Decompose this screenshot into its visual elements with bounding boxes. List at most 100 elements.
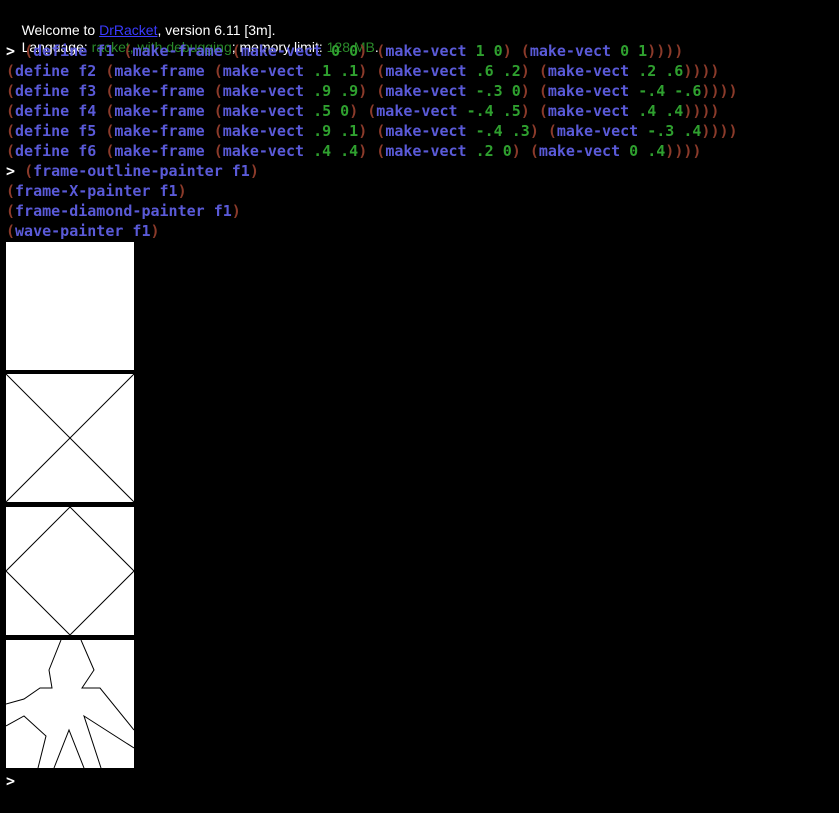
make-vect-call: make-vect (222, 142, 314, 160)
paren: ( (538, 62, 548, 80)
paren: ( (6, 182, 16, 200)
paren: ))) (692, 102, 720, 120)
vector-value: -.4 .3 (475, 122, 530, 140)
vector-value: 1 0 (475, 42, 503, 60)
paren: ))) (710, 122, 738, 140)
paren: ))) (710, 82, 738, 100)
repl-interactions-pane[interactable]: Welcome to DrRacket, version 6.11 [3m]. … (0, 0, 839, 813)
make-frame-call: make-frame (114, 82, 214, 100)
make-frame-call: make-frame (114, 142, 214, 160)
vector-value: .2 .6 (638, 62, 684, 80)
define-keyword: define f1 (33, 42, 124, 60)
make-vect-call: make-vect (556, 122, 648, 140)
painter-call-line: > (frame-outline-painter f1) (6, 161, 259, 181)
make-vect-call: make-vect (385, 42, 476, 60)
paren: ( (367, 102, 377, 120)
paren: ( (538, 102, 548, 120)
paren: ( (538, 82, 548, 100)
make-vect-call: make-vect (547, 102, 639, 120)
paren: ( (547, 122, 557, 140)
diamond-frame-image (6, 507, 134, 635)
vector-value: .9 .9 (313, 82, 359, 100)
paren: ) (358, 82, 368, 100)
definition-line: (define f4 (make-frame (make-vect .5 0) … (6, 101, 719, 121)
definition-line: (define f6 (make-frame (make-vect .4 .4)… (6, 141, 701, 161)
painter-function: frame-X-painter f1 (15, 182, 178, 200)
x-painter-output (6, 374, 134, 502)
vector-value: .2 0 (475, 142, 512, 160)
vector-value: .1 .1 (313, 62, 359, 80)
paren: ) (520, 62, 530, 80)
prompt-marker: > (6, 42, 25, 60)
vector-value: -.3 0 (475, 82, 521, 100)
paren: ) (349, 102, 359, 120)
definition-line: (define f5 (make-frame (make-vect .9 .1)… (6, 121, 738, 141)
vector-value: .9 .1 (313, 122, 359, 140)
paren: ( (213, 102, 223, 120)
make-vect-call: make-vect (240, 42, 332, 60)
paren: ) (231, 202, 241, 220)
paren: ( (231, 42, 241, 60)
make-vect-call: make-vect (385, 142, 476, 160)
make-frame-call: make-frame (114, 122, 214, 140)
paren: ) (529, 122, 539, 140)
make-vect-call: make-vect (547, 62, 639, 80)
paren: ( (6, 122, 16, 140)
make-frame-call: make-frame (132, 42, 232, 60)
outline-painter-output (6, 242, 134, 370)
vector-value: 0 0 (331, 42, 359, 60)
painter-function: frame-outline-painter f1 (33, 162, 250, 180)
vector-value: .4 .4 (313, 142, 359, 160)
make-frame-call: make-frame (114, 102, 214, 120)
paren: ) (358, 62, 368, 80)
vector-value: 0 .4 (629, 142, 666, 160)
vector-value: 0 1 (620, 42, 648, 60)
vector-value: .6 .2 (475, 62, 521, 80)
make-vect-call: make-vect (376, 102, 467, 120)
paren: ( (376, 82, 386, 100)
paren: ( (6, 142, 16, 160)
paren: ( (24, 162, 34, 180)
paren: ( (6, 62, 16, 80)
vector-value: -.3 .4 (647, 122, 702, 140)
repl-input-field[interactable] (20, 770, 834, 794)
paren: ( (520, 42, 530, 60)
define-keyword: define f5 (15, 122, 106, 140)
paren: ( (6, 202, 16, 220)
make-vect-call: make-vect (222, 82, 314, 100)
x-frame-image (6, 374, 134, 502)
definition-line: > (define f1 (make-frame (make-vect 0 0)… (6, 41, 683, 61)
define-keyword: define f6 (15, 142, 106, 160)
vector-value: -.4 -.6 (638, 82, 702, 100)
paren: ) (150, 222, 160, 240)
paren: ) (665, 142, 675, 160)
paren: ( (6, 102, 16, 120)
define-keyword: define f3 (15, 82, 106, 100)
make-vect-call: make-vect (385, 82, 476, 100)
make-vect-call: make-vect (222, 102, 314, 120)
definition-line: (define f3 (make-frame (make-vect .9 .9)… (6, 81, 738, 101)
paren: ( (213, 122, 223, 140)
language-line: Language: racket, with debugging; memory… (6, 23, 379, 55)
paren: ( (6, 222, 16, 240)
paren: ) (647, 42, 657, 60)
painter-call-line: (frame-diamond-painter f1) (6, 201, 241, 221)
make-vect-call: make-vect (385, 122, 476, 140)
painter-call-line: (wave-painter f1) (6, 221, 160, 241)
paren: ) (358, 122, 368, 140)
paren: ( (376, 142, 386, 160)
definition-line: (define f2 (make-frame (make-vect .1 .1)… (6, 61, 719, 81)
vector-value: .4 .4 (638, 102, 684, 120)
paren: ( (376, 122, 386, 140)
paren: ( (213, 142, 223, 160)
paren: ) (249, 162, 259, 180)
paren: ))) (656, 42, 684, 60)
paren: ) (358, 142, 368, 160)
